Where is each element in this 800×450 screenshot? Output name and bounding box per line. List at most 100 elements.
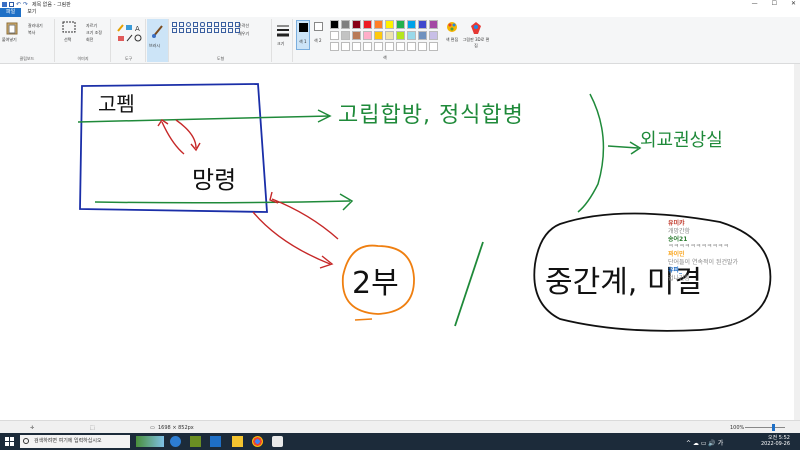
shape-diamond[interactable] — [228, 22, 233, 27]
shape-polygon[interactable] — [207, 22, 212, 27]
tray-clock[interactable]: 오전 5:52 2022-09-26 — [761, 435, 790, 447]
palette-swatch[interactable] — [418, 31, 427, 40]
system-tray-icons[interactable]: ^ ☁ ▭ 🔊 가 — [686, 438, 723, 447]
palette-swatch[interactable] — [396, 42, 405, 51]
tab-view[interactable]: 보기 — [21, 8, 42, 17]
palette-swatch[interactable] — [352, 20, 361, 29]
shape-star6[interactable] — [221, 28, 226, 33]
shape-star5[interactable] — [214, 28, 219, 33]
news-widget-icon[interactable] — [136, 436, 164, 447]
palette-swatch[interactable] — [330, 42, 339, 51]
shape-heart[interactable] — [235, 28, 240, 33]
save-icon[interactable] — [9, 1, 14, 7]
palette-swatch[interactable] — [396, 20, 405, 29]
shape-arrow-up[interactable] — [193, 28, 198, 33]
palette-swatch[interactable] — [341, 20, 350, 29]
shape-star4[interactable] — [207, 28, 212, 33]
close-button[interactable]: ✕ — [791, 0, 796, 7]
color2-swatch — [314, 22, 323, 31]
redo-icon[interactable]: ↷ — [23, 1, 28, 7]
paint-taskbar-icon[interactable] — [272, 436, 283, 447]
brushes-button[interactable]: 브러시 — [149, 43, 160, 49]
minimize-button[interactable]: — — [752, 0, 758, 7]
palette-swatch[interactable] — [385, 31, 394, 40]
palette-swatch[interactable] — [330, 20, 339, 29]
palette-swatch[interactable] — [341, 31, 350, 40]
palette-swatch[interactable] — [385, 42, 394, 51]
select-button[interactable]: 선택 — [64, 37, 71, 43]
zoom-slider-thumb[interactable] — [772, 424, 775, 431]
shape-rounded-rect[interactable] — [200, 22, 205, 27]
palette-swatch[interactable] — [407, 42, 416, 51]
palette-swatch[interactable] — [407, 31, 416, 40]
zoom-slider[interactable] — [745, 427, 785, 428]
size-icon[interactable] — [276, 23, 290, 37]
cut-button[interactable]: 잘라내기 — [28, 23, 43, 29]
palette-swatch[interactable] — [374, 42, 383, 51]
edit-colors-button[interactable]: 색 편집 — [442, 37, 462, 43]
color1-button[interactable]: 색 1 — [296, 20, 310, 50]
palette-swatch[interactable] — [418, 42, 427, 51]
paste-icon[interactable] — [6, 21, 18, 35]
tab-file[interactable]: 파일 — [0, 8, 22, 17]
palette-swatch[interactable] — [341, 42, 350, 51]
palette-swatch[interactable] — [352, 31, 361, 40]
maximize-button[interactable]: ☐ — [772, 0, 777, 7]
palette-swatch[interactable] — [429, 20, 438, 29]
shape-curve[interactable] — [179, 22, 184, 27]
color2-button[interactable]: 색 2 — [313, 20, 325, 50]
color-palette[interactable] — [330, 20, 438, 51]
vscode-icon[interactable] — [210, 436, 221, 447]
palette-swatch[interactable] — [363, 20, 372, 29]
start-button[interactable] — [5, 437, 14, 446]
green-arrowhead-bottom — [339, 193, 354, 211]
color1-swatch — [299, 23, 308, 32]
text-circle: 2부 — [352, 266, 399, 301]
palette-swatch[interactable] — [418, 20, 427, 29]
shapes-gallery[interactable] — [172, 22, 240, 33]
palette-swatch[interactable] — [396, 31, 405, 40]
shape-right-triangle[interactable] — [221, 22, 226, 27]
select-icon[interactable] — [62, 21, 76, 35]
rotate-button[interactable]: 회전 — [86, 37, 93, 43]
palette-swatch[interactable] — [363, 31, 372, 40]
shape-arrow-right[interactable] — [179, 28, 184, 33]
taskbar-search[interactable]: 검색하려면 여기에 입력하십시오 — [20, 435, 130, 448]
vertical-scrollbar[interactable] — [794, 64, 800, 420]
palette-swatch[interactable] — [374, 20, 383, 29]
palette-swatch[interactable] — [352, 42, 361, 51]
file-explorer-icon[interactable] — [232, 436, 243, 447]
shape-callout[interactable] — [228, 28, 233, 33]
palette-swatch[interactable] — [374, 31, 383, 40]
brushes-group[interactable]: 브러시 — [147, 19, 169, 62]
palette-swatch[interactable] — [407, 20, 416, 29]
palette-swatch[interactable] — [385, 20, 394, 29]
copy-button[interactable]: 복사 — [28, 30, 35, 36]
palette-swatch[interactable] — [330, 31, 339, 40]
edit-colors-icon[interactable] — [446, 21, 458, 33]
shape-triangle[interactable] — [214, 22, 219, 27]
undo-icon[interactable]: ↶ — [16, 1, 21, 7]
paste-button[interactable]: 붙여넣기 — [2, 37, 17, 43]
red-arrow-3 — [252, 211, 331, 265]
crop-button[interactable]: 자르기 — [86, 23, 97, 29]
palette-swatch[interactable] — [363, 42, 372, 51]
shape-hexagon[interactable] — [172, 28, 177, 33]
size-button[interactable]: 크기 — [277, 41, 284, 47]
resize-button[interactable]: 크기 조정 — [86, 30, 102, 36]
palette-swatch[interactable] — [429, 42, 438, 51]
shape-line[interactable] — [172, 22, 177, 27]
shape-oval[interactable] — [186, 22, 191, 27]
paint3d-button[interactable]: 그림판 3D로 편집 — [462, 37, 490, 49]
chrome-icon[interactable] — [252, 436, 263, 447]
minecraft-icon[interactable] — [190, 436, 201, 447]
palette-swatch[interactable] — [429, 31, 438, 40]
edge-icon[interactable] — [170, 436, 181, 447]
brush-icon[interactable] — [151, 23, 165, 39]
shape-arrow-left[interactable] — [186, 28, 191, 33]
size-group[interactable]: 크기 — [273, 19, 293, 62]
paint3d-icon[interactable] — [470, 21, 482, 35]
shape-arrow-down[interactable] — [200, 28, 205, 33]
shape-pentagon[interactable] — [235, 22, 240, 27]
shape-rectangle[interactable] — [193, 22, 198, 27]
